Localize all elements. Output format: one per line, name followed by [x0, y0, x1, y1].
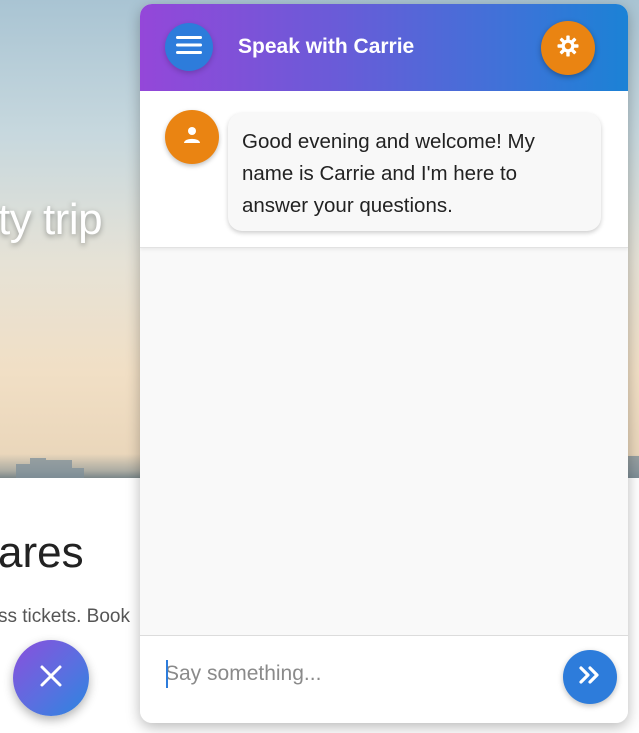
close-icon	[39, 664, 63, 693]
hero-title: ty trip	[0, 195, 103, 244]
message-list: Good evening and welcome! My name is Car…	[140, 91, 628, 248]
close-chat-button[interactable]	[13, 640, 89, 716]
message-input[interactable]	[165, 656, 545, 692]
gear-icon	[556, 34, 580, 63]
person-icon	[182, 125, 202, 150]
settings-button[interactable]	[541, 21, 595, 75]
message-bubble: Good evening and welcome! My name is Car…	[228, 113, 601, 231]
double-chevron-right-icon	[579, 665, 601, 689]
menu-icon	[176, 35, 202, 60]
avatar	[165, 110, 219, 164]
send-button[interactable]	[563, 650, 617, 704]
section-body-text: ss tickets. Book	[0, 606, 130, 627]
chat-header: Speak with Carrie	[140, 4, 628, 91]
text-caret	[166, 660, 168, 688]
section-heading: ares	[0, 528, 84, 577]
menu-button[interactable]	[165, 23, 213, 71]
chat-title: Speak with Carrie	[238, 35, 415, 58]
chat-input-bar	[140, 635, 628, 723]
chat-window: Speak with Carrie Good evening and welco…	[140, 4, 628, 723]
